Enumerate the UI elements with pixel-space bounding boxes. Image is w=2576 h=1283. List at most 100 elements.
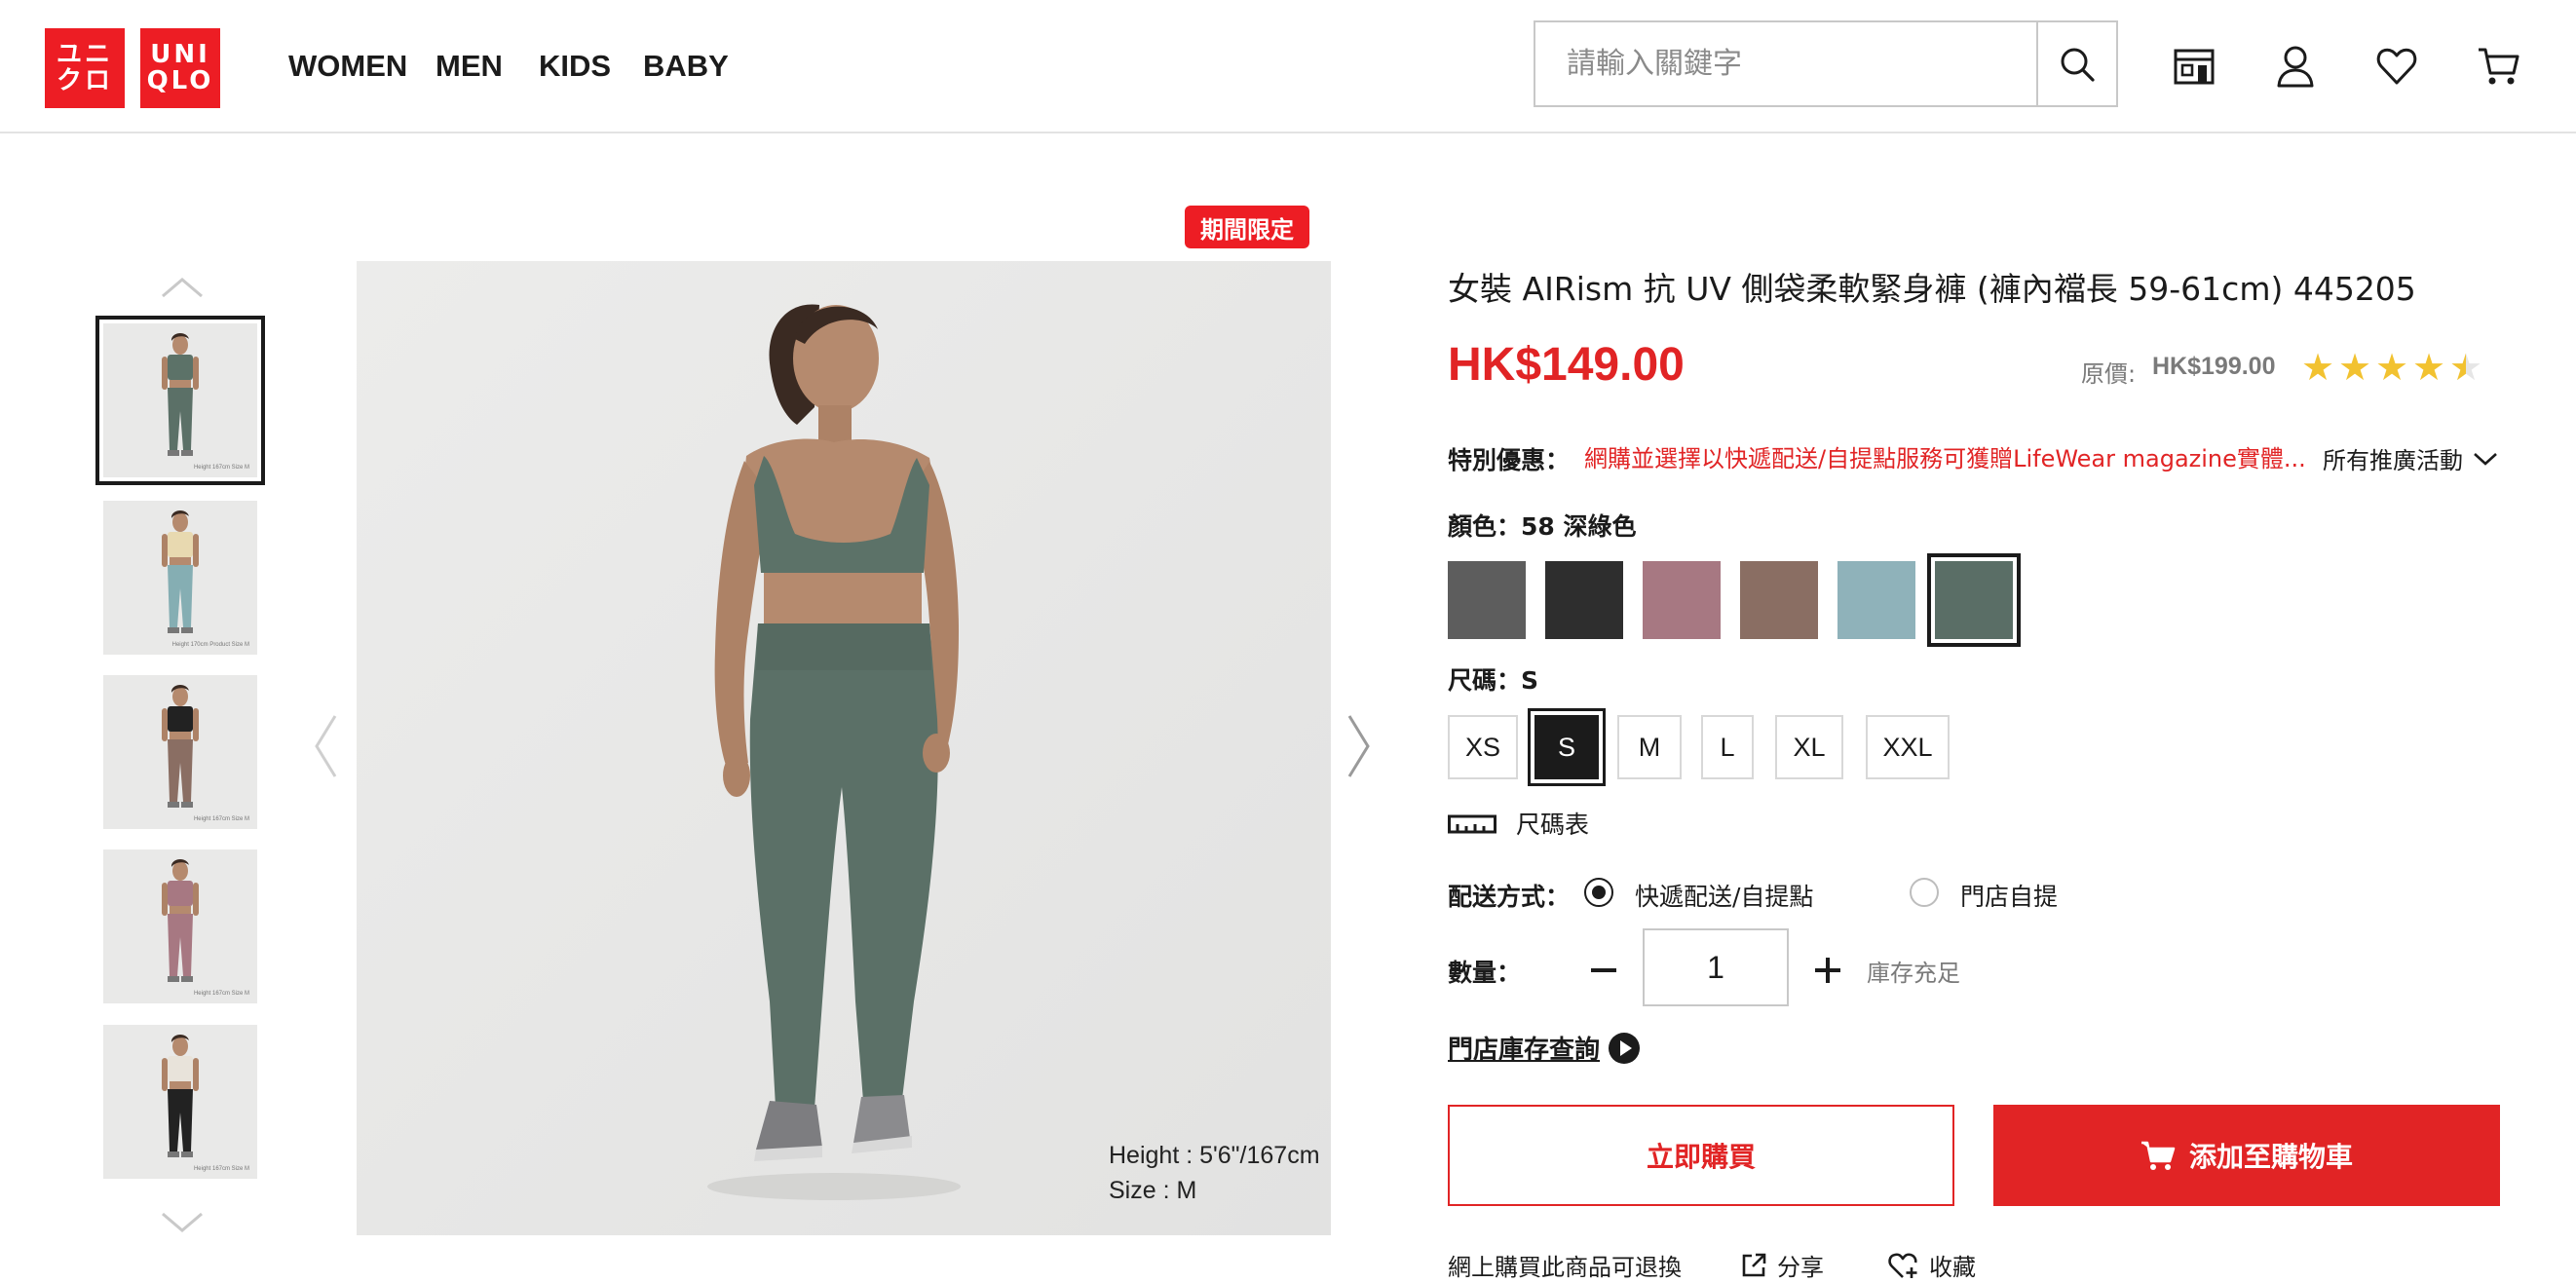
size-chart-label: 尺碼表 bbox=[1516, 811, 1590, 839]
favorite-label: 收藏 bbox=[1929, 1254, 1976, 1281]
caption-size: Size : M bbox=[1109, 1177, 1197, 1205]
logo-latin-line1: UNI bbox=[150, 39, 210, 69]
store-stock-label: 門店庫存查詢 bbox=[1448, 1036, 1601, 1065]
special-offer-label: 特別優惠： bbox=[1448, 446, 1571, 474]
thumbnail-model-image bbox=[103, 1025, 257, 1179]
account-icon bbox=[2277, 46, 2314, 88]
account-button[interactable] bbox=[2272, 43, 2319, 90]
thumbnail-caption: Height 167cm Size M bbox=[193, 464, 249, 471]
stock-status: 庫存充足 bbox=[1867, 960, 1960, 987]
thumbnail-model-image bbox=[103, 323, 257, 477]
minus-icon bbox=[1591, 968, 1616, 972]
model-illustration bbox=[357, 261, 1331, 1235]
cart-button[interactable] bbox=[2475, 43, 2521, 90]
search-bar bbox=[1534, 20, 2118, 107]
size-option-xl[interactable]: XL bbox=[1775, 715, 1843, 779]
quantity-label: 數量： bbox=[1448, 959, 1522, 987]
chevron-right-icon bbox=[1347, 715, 1370, 777]
play-circle-icon bbox=[1609, 1032, 1641, 1064]
special-offer-text[interactable]: 網購並選擇以快遞配送/自提點服務可獲贈LifeWear magazine實體..… bbox=[1584, 439, 2306, 473]
shipping-option-store[interactable]: 門店自提 bbox=[1960, 878, 2058, 913]
quantity-increment-button[interactable] bbox=[1806, 949, 1849, 992]
heart-icon bbox=[2376, 48, 2417, 85]
nav-kids[interactable]: KIDS bbox=[539, 49, 611, 84]
color-swatch-pink[interactable] bbox=[1643, 561, 1721, 639]
thumbnail-caption: Height 170cm Product Size M bbox=[171, 641, 249, 648]
uniqlo-logo-katakana[interactable]: ユニ クロ bbox=[45, 28, 125, 108]
caption-height: Height : 5'6"/167cm bbox=[1109, 1142, 1320, 1169]
store-icon bbox=[2174, 49, 2215, 85]
size-option-xs[interactable]: XS bbox=[1448, 715, 1518, 779]
thumbnail-caption: Height 167cm Size M bbox=[193, 815, 249, 822]
color-swatch-light-blue[interactable] bbox=[1837, 561, 1915, 639]
add-to-cart-label: 添加至購物車 bbox=[2188, 1142, 2353, 1172]
all-promotions-label: 所有推廣活動 bbox=[2323, 447, 2463, 474]
thumbnail-3[interactable]: Height 167cm Size M bbox=[103, 675, 257, 829]
image-next-button[interactable] bbox=[1347, 714, 1371, 782]
image-prev-button[interactable] bbox=[314, 714, 337, 782]
product-title: 女裝 AIRism 抗 UV 側袋柔軟緊身褲 (褲內襠長 59-61cm) 44… bbox=[1448, 270, 2416, 308]
share-icon bbox=[1742, 1253, 1766, 1276]
half-star-icon: ★★ bbox=[2449, 346, 2483, 389]
shipping-option-delivery[interactable]: 快遞配送/自提點 bbox=[1635, 878, 1813, 913]
color-swatch-gray[interactable] bbox=[1448, 561, 1526, 639]
thumbnail-2[interactable]: Height 170cm Product Size M bbox=[103, 501, 257, 655]
return-note: 網上購買此商品可退換 bbox=[1448, 1248, 1682, 1282]
quantity-decrement-button[interactable] bbox=[1582, 949, 1625, 992]
heart-plus-icon bbox=[1888, 1252, 1917, 1278]
size-option-s[interactable]: S bbox=[1528, 708, 1606, 786]
thumbnail-1[interactable]: Height 167cm Size M bbox=[95, 316, 265, 485]
chevron-down-icon bbox=[2474, 452, 2497, 466]
chevron-left-icon bbox=[315, 715, 337, 777]
search-icon bbox=[2061, 48, 2095, 82]
thumbnail-5[interactable]: Height 167cm Size M bbox=[103, 1025, 257, 1179]
search-input[interactable] bbox=[1535, 22, 2038, 105]
thumbnail-scroll-up[interactable] bbox=[161, 277, 204, 302]
buy-now-button[interactable]: 立即購買 bbox=[1448, 1105, 1954, 1206]
favorite-button[interactable]: 收藏 bbox=[1888, 1248, 1976, 1282]
cart-icon bbox=[2479, 48, 2519, 85]
all-promotions-toggle[interactable]: 所有推廣活動 bbox=[2323, 441, 2498, 475]
store-button[interactable] bbox=[2171, 43, 2217, 90]
ruler-icon bbox=[1448, 814, 1496, 834]
star-icon: ★ bbox=[2375, 346, 2409, 389]
image-caption: Height : 5'6"/167cm Size : M bbox=[1109, 1138, 1320, 1209]
thumbnail-scroll-down[interactable] bbox=[161, 1211, 204, 1236]
shipping-radio-store[interactable] bbox=[1910, 878, 1939, 907]
thumbnail-caption: Height 167cm Size M bbox=[193, 1165, 249, 1172]
color-swatch-brown[interactable] bbox=[1740, 561, 1818, 639]
quantity-input[interactable] bbox=[1643, 928, 1789, 1006]
uniqlo-logo-latin[interactable]: UNI QLO bbox=[140, 28, 220, 108]
star-icon: ★ bbox=[2338, 346, 2372, 389]
star-icon: ★ bbox=[2412, 346, 2446, 389]
nav-men[interactable]: MEN bbox=[436, 49, 503, 84]
size-option-l[interactable]: L bbox=[1701, 715, 1754, 779]
add-to-cart-button[interactable]: 添加至購物車 bbox=[1993, 1105, 2500, 1206]
thumbnail-4[interactable]: Height 167cm Size M bbox=[103, 849, 257, 1003]
nav-women[interactable]: WOMEN bbox=[288, 49, 407, 84]
shipping-label: 配送方式： bbox=[1448, 883, 1571, 911]
nav-baby[interactable]: BABY bbox=[643, 49, 729, 84]
size-chart-link[interactable]: 尺碼表 bbox=[1448, 806, 1589, 841]
thumbnail-model-image bbox=[103, 849, 257, 1003]
cart-icon bbox=[2140, 1141, 2176, 1170]
size-option-xxl[interactable]: XXL bbox=[1866, 715, 1950, 779]
wishlist-button[interactable] bbox=[2373, 43, 2420, 90]
return-note-text: 網上購買此商品可退換 bbox=[1448, 1254, 1682, 1281]
share-label: 分享 bbox=[1777, 1254, 1824, 1281]
shipping-radio-delivery[interactable] bbox=[1584, 878, 1613, 907]
original-price-label: 原價: bbox=[2081, 360, 2137, 388]
store-stock-link[interactable]: 門店庫存查詢 bbox=[1448, 1030, 1641, 1066]
search-button[interactable] bbox=[2036, 22, 2116, 105]
size-option-m[interactable]: M bbox=[1617, 715, 1682, 779]
logo-latin-line2: QLO bbox=[146, 66, 214, 95]
share-button[interactable]: 分享 bbox=[1740, 1248, 1824, 1282]
site-header: ユニ クロ UNI QLO WOMEN MEN KIDS BABY bbox=[0, 0, 2576, 133]
thumbnail-caption: Height 167cm Size M bbox=[193, 990, 249, 997]
logo-katakana-line2: クロ bbox=[56, 66, 113, 95]
main-product-image[interactable]: Height : 5'6"/167cm Size : M bbox=[357, 261, 1331, 1235]
color-swatch-dark-green[interactable] bbox=[1927, 553, 2021, 647]
color-label: 顏色：58 深綠色 bbox=[1448, 512, 1637, 541]
color-swatch-black[interactable] bbox=[1545, 561, 1623, 639]
sale-price: HK$149.00 bbox=[1448, 339, 1685, 391]
